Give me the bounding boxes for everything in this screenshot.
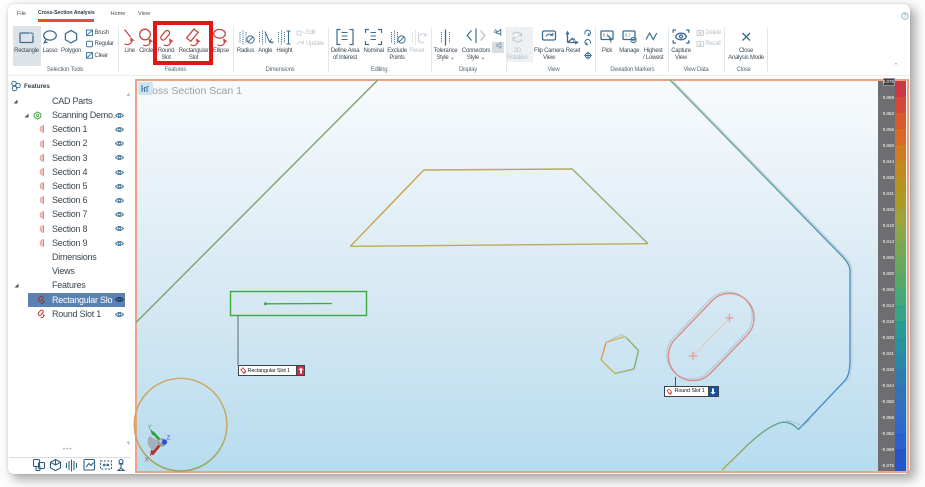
svg-text:X: X: [145, 457, 150, 464]
svg-text:Z: Z: [167, 435, 171, 442]
svg-text:Y: Y: [148, 424, 153, 431]
